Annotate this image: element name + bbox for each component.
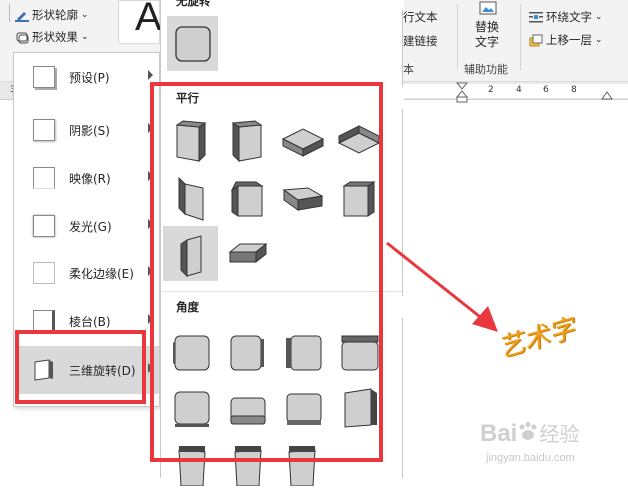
bring-forward-button[interactable]: 上移一层 ⌄ [529, 32, 603, 48]
right-indent-marker-icon[interactable] [601, 90, 613, 100]
alt-text-icon [479, 1, 497, 15]
group-divider [457, 4, 458, 70]
pen-icon [15, 11, 29, 22]
menu-item-label: 柔化边缘(E) [69, 266, 134, 281]
wrap-text-icon [529, 11, 543, 22]
create-link-label: 建链接 [403, 34, 438, 48]
menu-item-preset[interactable]: 预设(P) [15, 53, 159, 101]
text-direction-label: 行文本 [403, 10, 438, 24]
wrap-text-label: 环绕文字 [546, 10, 592, 24]
shape-effects-label: 形状效果 [32, 30, 78, 44]
baidu-watermark: Bai 经验 [480, 418, 579, 448]
indent-marker-icon[interactable] [455, 82, 469, 104]
bring-forward-icon [529, 34, 543, 46]
ruler-number: 2 [488, 85, 494, 95]
highlight-frame-gallery [150, 82, 383, 462]
rotation-none-option[interactable] [167, 16, 218, 71]
shape-outline-button[interactable]: 形状轮廓 ⌄ [15, 7, 89, 23]
wordart-style-preview[interactable]: A [118, 0, 162, 44]
alt-text-label-2: 文字 [475, 35, 500, 49]
ruler-text-area [398, 84, 628, 98]
menu-item-shadow[interactable]: 阴影(S) [15, 106, 159, 154]
ruler-number: 6 [543, 85, 549, 95]
jingyan-text: 经验 [539, 424, 580, 446]
baidu-text: Bai [480, 420, 518, 447]
bevel-thumbnail [33, 310, 55, 332]
text-direction-button[interactable]: 行文本 [403, 9, 438, 25]
menu-item-label: 棱台(B) [69, 314, 111, 329]
wordart-sample[interactable]: 艺术字 [493, 308, 578, 365]
wrap-text-button[interactable]: 环绕文字 ⌄ [529, 9, 603, 25]
ruler-number: 8 [571, 85, 577, 95]
no-rotation-heading: 无旋转 [161, 0, 404, 10]
shape-outline-label: 形状轮廓 [32, 8, 78, 22]
text-group-label: 本 [403, 63, 414, 76]
watermark-url: jingyan.baidu.com [486, 452, 575, 464]
alt-text-button[interactable]: 替换 文字 [470, 1, 506, 51]
paw-icon [519, 422, 537, 440]
reflection-thumbnail [33, 167, 55, 189]
menu-item-soft-edges[interactable]: 柔化边缘(E) [15, 249, 159, 297]
menu-item-label: 映像(R) [69, 171, 111, 186]
wordart-letter: A [135, 0, 162, 39]
chevron-right-icon [148, 70, 153, 80]
shape-effects-button[interactable]: 形状效果 ⌄ [15, 29, 89, 45]
ribbon-left-edge [0, 4, 10, 22]
menu-item-label: 发光(G) [69, 219, 112, 234]
group-divider [520, 4, 521, 70]
glow-thumbnail [33, 215, 55, 237]
accessibility-group-label: 辅助功能 [464, 63, 508, 76]
bring-forward-label: 上移一层 [546, 33, 592, 47]
menu-item-reflection[interactable]: 映像(R) [15, 154, 159, 202]
soft-edges-thumbnail [33, 262, 55, 284]
ruler-number: 4 [516, 85, 522, 95]
red-arrow-icon [386, 241, 498, 332]
create-link-button[interactable]: 建链接 [403, 33, 438, 49]
shadow-thumbnail [33, 119, 55, 141]
preset-thumbnail [33, 66, 55, 88]
menu-item-label: 阴影(S) [69, 123, 110, 138]
shape-effects-icon [16, 32, 29, 43]
highlight-frame-3d-rotation [15, 330, 146, 404]
menu-item-label: 预设(P) [69, 70, 110, 85]
menu-item-glow[interactable]: 发光(G) [15, 202, 159, 250]
